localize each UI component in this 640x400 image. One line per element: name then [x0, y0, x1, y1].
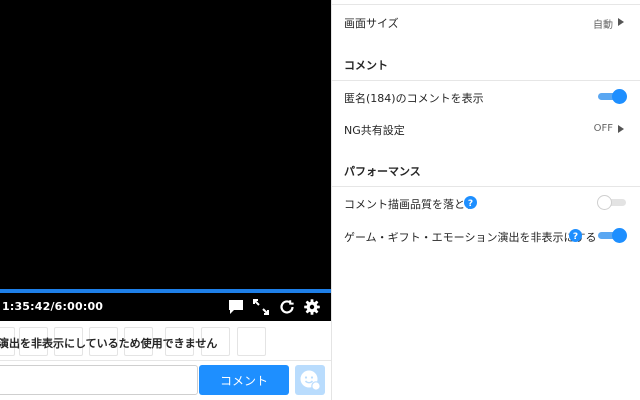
video-player: 1:35:42/6:00:00 演出を非表示にしているため使用できません コメン… — [0, 0, 331, 400]
setting-screen-size[interactable]: 画面サイズ 自動 — [332, 10, 640, 34]
setting-comment-quality: コメント描画品質を落とす ? — [332, 192, 640, 214]
playback-time: 1:35:42/6:00:00 — [2, 300, 104, 313]
reload-icon[interactable] — [278, 298, 296, 316]
setting-hide-effects: ゲーム・ギフト・エモーション演出を非表示にする ? — [332, 225, 640, 247]
setting-value: OFF — [593, 123, 613, 134]
emotion-icon[interactable] — [295, 365, 325, 395]
hide-effects-toggle[interactable] — [597, 228, 627, 244]
divider — [332, 80, 640, 81]
svg-text:?: ? — [573, 232, 578, 242]
setting-label: 画面サイズ — [344, 17, 399, 30]
help-icon[interactable]: ? — [569, 229, 582, 242]
setting-anonymous-comments: 匿名(184)のコメントを表示 — [332, 86, 640, 108]
section-title-comment: コメント — [344, 59, 388, 72]
quality-toggle[interactable] — [597, 195, 627, 211]
setting-value: 自動 — [593, 20, 613, 31]
gear-icon[interactable] — [303, 298, 321, 316]
comment-input-row: コメント — [0, 361, 331, 400]
comment-bubble-icon[interactable] — [227, 298, 245, 316]
comment-input[interactable] — [0, 365, 198, 395]
setting-ng-share[interactable]: NG共有設定 OFF — [332, 118, 640, 140]
control-bar: 1:35:42/6:00:00 — [0, 293, 331, 321]
video-screen[interactable] — [0, 0, 331, 289]
emotion-slot — [237, 327, 266, 356]
setting-label: 匿名(184)のコメントを表示 — [344, 92, 484, 105]
fullscreen-icon[interactable] — [252, 298, 270, 316]
emotion-slots-row: 演出を非表示にしているため使用できません — [0, 321, 331, 361]
divider — [332, 4, 640, 5]
settings-panel: 画面サイズ 自動 コメント 匿名(184)のコメントを表示 NG共有設定 OFF… — [331, 0, 640, 400]
setting-label: ゲーム・ギフト・エモーション演出を非表示にする — [344, 231, 597, 244]
disabled-notice: 演出を非表示にしているため使用できません — [0, 337, 218, 350]
divider — [332, 186, 640, 187]
anonymous-toggle[interactable] — [597, 89, 627, 105]
setting-label: コメント描画品質を落とす — [344, 198, 476, 211]
comment-submit-button[interactable]: コメント — [199, 365, 289, 395]
chevron-right-icon — [618, 18, 624, 26]
svg-text:?: ? — [468, 199, 473, 209]
help-icon[interactable]: ? — [464, 196, 477, 209]
chevron-right-icon — [618, 125, 624, 133]
section-title-performance: パフォーマンス — [344, 165, 421, 178]
setting-label: NG共有設定 — [344, 124, 405, 137]
